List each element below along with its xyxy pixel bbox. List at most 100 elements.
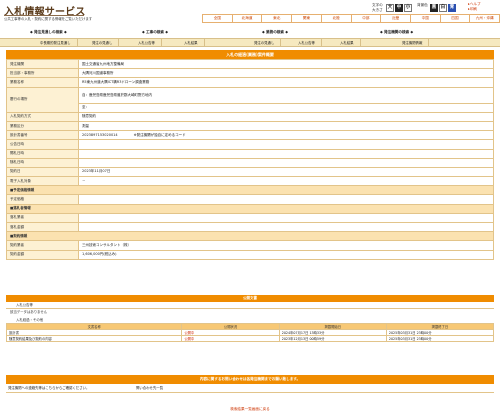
nav-head-construction: ◆ 工事の検索 ◆	[142, 30, 168, 34]
nav-head-outlook: ◆ 発注見通しの検索 ◆	[30, 30, 67, 34]
row-label: 公告日時	[6, 139, 79, 150]
documents-table: 文書名称 公開状況 掲載開始日 掲載終了日 設計書 公開中 2024年07月17…	[5, 323, 495, 342]
nav-link[interactable]: 入札結果	[178, 39, 205, 47]
section-row: ■契約情報	[6, 231, 494, 242]
row-value	[78, 194, 494, 205]
table-row: 担当部・事務所 大隅河川国道事務所	[6, 68, 494, 79]
table-row: 公告日時	[6, 139, 494, 150]
help-links: ▸ヘルプ ▸印刷	[468, 2, 481, 12]
section-title: ■落札者情報	[6, 203, 494, 214]
row-label: 業務名称	[6, 77, 79, 88]
region-tab[interactable]: 中部	[350, 14, 381, 23]
row-value: 自：鹿児島県鹿児島県曽於郡大崎町野方地内	[78, 86, 494, 104]
document-status: 公開中	[181, 335, 280, 342]
bg-color-black-button[interactable]: 黒	[430, 4, 438, 12]
row-value: 至：	[78, 102, 494, 113]
nav-head-agency: ◆ 発注機関の検索 ◆	[380, 30, 414, 34]
region-tabs: 全国 北海道 東北 関東 北陸 中部 近畿 中国 四国 九州・沖縄	[202, 14, 500, 23]
row-value: 随意契約	[78, 111, 494, 122]
font-size-small-button[interactable]: 小	[404, 4, 412, 12]
public-documents: 公開文書 入札公告等 該当データはありません 入札経過・その他 文書名称 公開状…	[5, 295, 495, 342]
site-subtitle: 公共工事等の入札・契約に関する情報をご覧いただけます	[4, 17, 93, 21]
row-label: 入札契約方式	[6, 111, 79, 122]
row-label: 履行の場所	[6, 86, 79, 113]
case-summary-table: 発注機関 国土交通省九州地方整備局 担当部・事務所 大隅河川国道事務所 業務名称 R5…	[6, 58, 494, 260]
row-value: 2023年11月07日	[78, 166, 494, 178]
row-value	[78, 139, 494, 150]
nav-link[interactable]: 発注機関情報	[396, 39, 430, 47]
table-row: 随札日時	[6, 157, 494, 168]
nav-link[interactable]: 発注の見通し	[248, 39, 282, 47]
region-tab[interactable]: 中国	[409, 14, 440, 23]
region-tab[interactable]: 近畿	[380, 14, 410, 23]
table-row: 入札契約方式 随意契約	[6, 111, 494, 122]
nav-link[interactable]: 入札公告等	[292, 39, 322, 47]
nav-links: 中長期的発注見通し 発注の見通し 入札公告等 入札結果 発注の見通し 入札公告等…	[0, 38, 500, 47]
nav-link[interactable]: 発注の見通し	[86, 39, 120, 47]
bg-color-white-button[interactable]: 白	[439, 4, 447, 12]
row-label: 設計書番号	[6, 130, 79, 141]
help-link[interactable]: ヘルプ	[470, 2, 481, 6]
table-row: 落札業者	[6, 212, 494, 224]
row-value: 測量	[78, 120, 494, 132]
document-name-link[interactable]: 随意契約結果及び契約の内容	[5, 335, 183, 342]
table-row: 業務区分 測量	[6, 120, 494, 132]
section-title: ■契約情報	[6, 231, 494, 242]
nav-link[interactable]: 中長期的発注見通し	[34, 39, 78, 47]
row-label: 発注機関	[6, 58, 79, 70]
row-label: 契約日	[6, 166, 79, 178]
row-value: 1,606,000円(税込み)	[78, 249, 494, 260]
row-label: 落札業者	[6, 212, 79, 224]
nav-link[interactable]: 入札結果	[334, 39, 361, 47]
public-documents-title: 公開文書	[6, 295, 494, 302]
contact-section: 内容に関するお問い合わせは各発注機関までお願い致します。 発注機関への連絡先等は…	[6, 375, 494, 393]
table-row: 設計書番号 2023897153020014 ※発注機関が独自に定めるコード	[6, 130, 494, 141]
row-value: 三州技術コンサルタント（株）	[78, 240, 494, 251]
section-row: ■落札者情報	[6, 203, 494, 214]
row-value	[78, 221, 494, 233]
case-summary-title: 入札の経過(業務)案件概要	[6, 50, 494, 59]
table-row: 予定価格	[6, 194, 494, 205]
contact-row: 発注機関への連絡先等はこちらからご確認ください。 問い合わせ先一覧	[6, 384, 494, 393]
table-row: 発注機関 国土交通省九州地方整備局	[6, 58, 494, 70]
table-row: 開札日時	[6, 148, 494, 159]
table-row: 随意契約結果及び契約の内容 公開中 2023年12月13日 00時59分 202…	[5, 335, 495, 342]
row-label: 契約業者	[6, 240, 79, 251]
font-size-large-button[interactable]: 大	[386, 4, 394, 12]
row-label: 電子入札対象	[6, 176, 79, 187]
region-tab[interactable]: 東北	[261, 14, 292, 23]
row-value	[78, 212, 494, 224]
table-row: 至：	[7, 102, 494, 113]
row-label: 開札日時	[6, 148, 79, 159]
row-value: 大隅河川国道事務所	[78, 68, 494, 79]
section-row: ■予定価格情報	[6, 185, 494, 196]
contact-note: 発注機関への連絡先等はこちらからご確認ください。	[8, 386, 90, 390]
nav-head-service: ◆ 業務の検索 ◆	[262, 30, 288, 34]
region-tab[interactable]: 北陸	[320, 14, 351, 23]
row-label: 随札日時	[6, 157, 79, 168]
tender-docs-empty: 該当データはありません	[6, 308, 494, 314]
contact-list-link[interactable]: 問い合わせ先一覧	[136, 384, 163, 392]
nav-link[interactable]: 入札公告等	[132, 39, 162, 47]
site-header: 入札情報サービス 公共工事等の入札・契約に関する情報をご覧いただけます 文字の大…	[0, 0, 500, 30]
region-tab[interactable]: 全国	[202, 14, 232, 23]
region-tab[interactable]: 九州・沖縄	[469, 14, 500, 23]
search-nav: ◆ 発注見通しの検索 ◆ ◆ 工事の検索 ◆ ◆ 業務の検索 ◆ ◆ 発注機関の…	[0, 30, 500, 48]
section-title: ■予定価格情報	[6, 185, 494, 196]
row-value: R5東九州道大隅ICT構R3ドローン調査業務	[78, 77, 494, 88]
document-end: 2025年03月31日 23時00分	[385, 335, 495, 342]
row-value	[78, 157, 494, 168]
row-value: －	[78, 176, 494, 187]
region-tab[interactable]: 関東	[291, 14, 321, 23]
row-label: 予定価格	[6, 194, 79, 205]
region-tab[interactable]: 北海道	[231, 14, 262, 23]
region-tab[interactable]: 四国	[439, 14, 470, 23]
font-size-label: 文字の大きさ	[372, 3, 383, 12]
back-to-results-link[interactable]: 検索結果一覧画面に戻る	[0, 407, 500, 412]
print-link[interactable]: 印刷	[470, 7, 477, 11]
bg-color-blue-button[interactable]: 青	[448, 4, 456, 12]
row-label: 契約金額	[6, 249, 79, 260]
table-row: 契約日 2023年11月07日	[6, 166, 494, 178]
row-label: 担当部・事務所	[6, 68, 79, 79]
font-size-medium-button[interactable]: 中	[395, 4, 403, 12]
